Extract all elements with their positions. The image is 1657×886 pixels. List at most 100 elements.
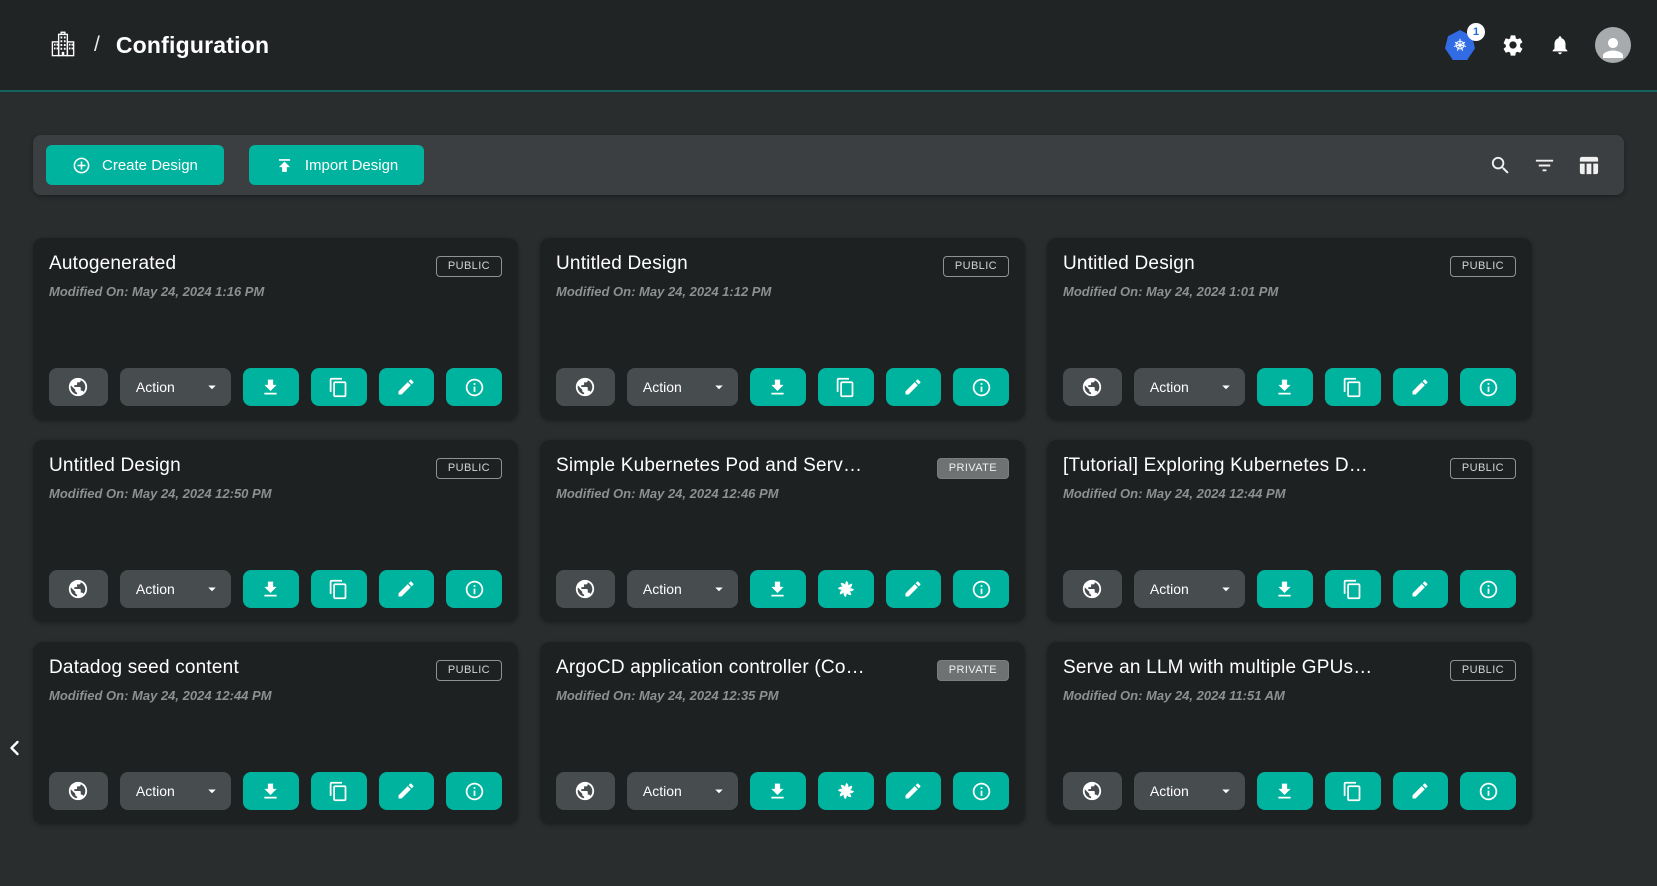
info-button[interactable] xyxy=(1460,368,1516,406)
design-card[interactable]: ArgoCD application controller (Co… PRIVA… xyxy=(540,642,1025,824)
search-button[interactable] xyxy=(1489,154,1512,177)
info-button[interactable] xyxy=(446,368,502,406)
edit-button[interactable] xyxy=(1393,368,1449,406)
action-button[interactable]: Action xyxy=(1134,368,1206,406)
action-button-label: Action xyxy=(643,379,682,395)
header-actions: 1 xyxy=(1445,27,1631,63)
visibility-globe-button[interactable] xyxy=(556,570,615,608)
clone-button[interactable] xyxy=(1325,570,1381,608)
clone-button[interactable] xyxy=(311,368,367,406)
download-button[interactable] xyxy=(1257,368,1313,406)
visibility-badge: PRIVATE xyxy=(937,458,1009,479)
info-button[interactable] xyxy=(953,772,1009,810)
visibility-globe-button[interactable] xyxy=(49,570,108,608)
sidebar-collapse-toggle[interactable] xyxy=(1,732,29,764)
visibility-globe-button[interactable] xyxy=(1063,570,1122,608)
design-card[interactable]: Untitled Design PUBLIC Modified On: May … xyxy=(33,440,518,622)
clone-button[interactable] xyxy=(818,368,874,406)
download-button[interactable] xyxy=(750,772,806,810)
action-dropdown-button[interactable] xyxy=(1206,772,1245,810)
visibility-badge: PUBLIC xyxy=(943,256,1009,277)
card-header: ArgoCD application controller (Co… PRIVA… xyxy=(556,657,1009,681)
action-dropdown-button[interactable] xyxy=(699,570,738,608)
action-dropdown-button[interactable] xyxy=(192,570,231,608)
design-title: Simple Kubernetes Pod and Serv… xyxy=(556,455,862,477)
design-title: Untitled Design xyxy=(556,253,688,275)
copy-icon xyxy=(1342,781,1363,802)
design-card[interactable]: Simple Kubernetes Pod and Serv… PRIVATE … xyxy=(540,440,1025,622)
clone-button[interactable] xyxy=(311,570,367,608)
visibility-globe-button[interactable] xyxy=(1063,772,1122,810)
settings-button[interactable] xyxy=(1501,33,1525,57)
clone-button[interactable] xyxy=(311,772,367,810)
download-button[interactable] xyxy=(750,570,806,608)
edit-button[interactable] xyxy=(886,772,942,810)
action-dropdown-button[interactable] xyxy=(1206,368,1245,406)
info-button[interactable] xyxy=(1460,772,1516,810)
card-header: Untitled Design PUBLIC xyxy=(49,455,502,479)
download-button[interactable] xyxy=(243,772,299,810)
action-dropdown-button[interactable] xyxy=(192,772,231,810)
edit-button[interactable] xyxy=(1393,772,1449,810)
action-dropdown-button[interactable] xyxy=(1206,570,1245,608)
action-button[interactable]: Action xyxy=(627,368,699,406)
visibility-globe-button[interactable] xyxy=(1063,368,1122,406)
download-button[interactable] xyxy=(243,368,299,406)
visibility-globe-button[interactable] xyxy=(49,772,108,810)
card-header: Serve an LLM with multiple GPUs… PUBLIC xyxy=(1063,657,1516,681)
create-design-button[interactable]: Create Design xyxy=(46,145,224,185)
caret-down-icon xyxy=(710,580,728,598)
clone-button[interactable] xyxy=(1325,368,1381,406)
design-card[interactable]: Autogenerated PUBLIC Modified On: May 24… xyxy=(33,238,518,420)
action-button[interactable]: Action xyxy=(1134,570,1206,608)
search-icon xyxy=(1489,154,1512,177)
edit-button[interactable] xyxy=(379,772,435,810)
visibility-globe-button[interactable] xyxy=(49,368,108,406)
import-design-button[interactable]: Import Design xyxy=(249,145,424,185)
action-button[interactable]: Action xyxy=(1134,772,1206,810)
design-card[interactable]: Serve an LLM with multiple GPUs… PUBLIC … xyxy=(1047,642,1532,824)
action-button[interactable]: Action xyxy=(120,368,192,406)
action-button[interactable]: Action xyxy=(627,570,699,608)
card-actions: Action xyxy=(1063,368,1516,406)
globe-icon xyxy=(574,376,596,398)
edit-button[interactable] xyxy=(379,368,435,406)
design-card[interactable]: Untitled Design PUBLIC Modified On: May … xyxy=(540,238,1025,420)
info-button[interactable] xyxy=(446,570,502,608)
info-button[interactable] xyxy=(446,772,502,810)
action-dropdown-button[interactable] xyxy=(192,368,231,406)
kanvas-icon xyxy=(835,780,857,802)
clone-button[interactable] xyxy=(1325,772,1381,810)
download-button[interactable] xyxy=(750,368,806,406)
action-dropdown-button[interactable] xyxy=(699,368,738,406)
kanvas-button[interactable] xyxy=(818,570,874,608)
action-dropdown-button[interactable] xyxy=(699,772,738,810)
person-icon xyxy=(1598,33,1628,63)
info-button[interactable] xyxy=(1460,570,1516,608)
edit-button[interactable] xyxy=(886,368,942,406)
table-view-button[interactable] xyxy=(1577,154,1600,177)
design-card[interactable]: [Tutorial] Exploring Kubernetes D… PUBLI… xyxy=(1047,440,1532,622)
user-avatar[interactable] xyxy=(1595,27,1631,63)
kanvas-button[interactable] xyxy=(818,772,874,810)
kubernetes-context-button[interactable]: 1 xyxy=(1445,29,1477,61)
design-card[interactable]: Datadog seed content PUBLIC Modified On:… xyxy=(33,642,518,824)
notifications-button[interactable] xyxy=(1549,34,1571,56)
download-icon xyxy=(767,781,788,802)
info-button[interactable] xyxy=(953,368,1009,406)
visibility-globe-button[interactable] xyxy=(556,368,615,406)
edit-button[interactable] xyxy=(886,570,942,608)
edit-button[interactable] xyxy=(1393,570,1449,608)
download-button[interactable] xyxy=(1257,772,1313,810)
action-button[interactable]: Action xyxy=(120,570,192,608)
download-button[interactable] xyxy=(1257,570,1313,608)
visibility-globe-button[interactable] xyxy=(556,772,615,810)
action-button[interactable]: Action xyxy=(627,772,699,810)
download-button[interactable] xyxy=(243,570,299,608)
design-card[interactable]: Untitled Design PUBLIC Modified On: May … xyxy=(1047,238,1532,420)
info-button[interactable] xyxy=(953,570,1009,608)
card-actions: Action xyxy=(1063,570,1516,608)
action-button[interactable]: Action xyxy=(120,772,192,810)
filter-button[interactable] xyxy=(1533,154,1556,177)
edit-button[interactable] xyxy=(379,570,435,608)
